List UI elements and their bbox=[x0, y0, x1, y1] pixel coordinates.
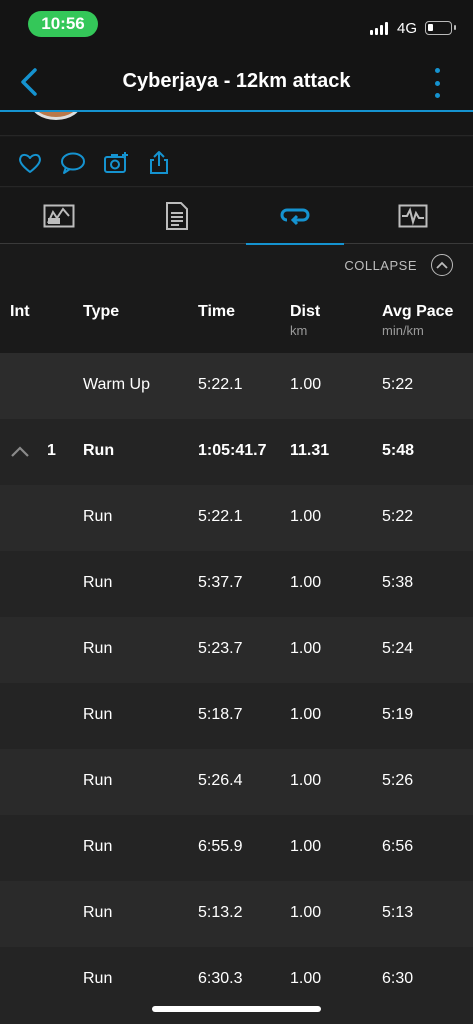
share-icon[interactable] bbox=[146, 150, 172, 176]
battery-icon bbox=[425, 21, 456, 35]
tab-bar bbox=[0, 188, 473, 245]
row-int: 1 bbox=[47, 442, 56, 459]
table-row[interactable]: Run 6:55.9 1.00 6:56 bbox=[0, 815, 473, 881]
network-label: 4G bbox=[397, 20, 418, 37]
header-pace: Avg Pace min/km bbox=[382, 303, 453, 338]
header-pace-label: Avg Pace bbox=[382, 303, 454, 320]
chevron-up-icon bbox=[436, 261, 448, 269]
nav-bar: Cyberjaya - 12km attack bbox=[0, 52, 473, 112]
row-dist: 1.00 bbox=[290, 574, 322, 591]
row-dist: 1.00 bbox=[290, 508, 322, 525]
home-indicator[interactable] bbox=[152, 1006, 321, 1012]
table-row[interactable]: Run 6:30.3 1.00 6:30 bbox=[0, 947, 473, 1024]
comment-icon[interactable] bbox=[60, 150, 86, 176]
row-type: Run bbox=[83, 838, 113, 855]
row-pace: 5:22 bbox=[382, 508, 414, 525]
heart-icon[interactable] bbox=[17, 150, 43, 176]
camera-icon[interactable] bbox=[103, 150, 129, 176]
row-time: 6:30.3 bbox=[198, 970, 243, 987]
tab-chart[interactable] bbox=[354, 188, 472, 244]
row-dist: 1.00 bbox=[290, 772, 322, 789]
row-dist: 11.31 bbox=[290, 442, 330, 459]
row-type: Run bbox=[83, 706, 113, 723]
row-dist: 1.00 bbox=[290, 904, 322, 921]
table-header: Int Type Time Dist km Avg Pace min/km bbox=[0, 285, 473, 353]
row-type: Run bbox=[83, 574, 113, 591]
table-row[interactable]: Run 5:37.7 1.00 5:38 bbox=[0, 551, 473, 617]
more-menu-button[interactable] bbox=[430, 68, 444, 98]
header-dist: Dist km bbox=[290, 303, 320, 338]
row-type: Run bbox=[83, 904, 113, 921]
row-dist: 1.00 bbox=[290, 376, 322, 393]
row-dist: 1.00 bbox=[290, 838, 322, 855]
details-icon bbox=[166, 202, 188, 230]
row-type: Warm Up bbox=[83, 376, 150, 393]
table-row[interactable]: Run 5:23.7 1.00 5:24 bbox=[0, 617, 473, 683]
tab-details[interactable] bbox=[118, 188, 236, 244]
table-row[interactable]: Run 5:22.1 1.00 5:22 bbox=[0, 485, 473, 551]
chart-icon bbox=[398, 204, 428, 228]
row-time: 5:23.7 bbox=[198, 640, 243, 657]
header-dist-unit: km bbox=[290, 323, 308, 338]
row-time: 5:22.1 bbox=[198, 508, 243, 525]
header-type: Type bbox=[83, 303, 120, 320]
signal-icon bbox=[370, 21, 388, 35]
row-pace: 6:56 bbox=[382, 838, 414, 855]
row-time: 6:55.9 bbox=[198, 838, 243, 855]
row-dist: 1.00 bbox=[290, 706, 322, 723]
row-type: Run bbox=[83, 640, 113, 657]
table-row[interactable]: Warm Up 5:22.1 1.00 5:22 bbox=[0, 353, 473, 419]
row-time: 5:13.2 bbox=[198, 904, 243, 921]
row-pace: 5:22 bbox=[382, 376, 414, 393]
table-row[interactable]: Run 5:26.4 1.00 5:26 bbox=[0, 749, 473, 815]
row-time: 5:22.1 bbox=[198, 376, 243, 393]
header-time: Time bbox=[198, 303, 236, 320]
page-title: Cyberjaya - 12km attack bbox=[122, 70, 351, 92]
row-pace: 5:24 bbox=[382, 640, 414, 657]
row-time: 1:05:41.7 bbox=[198, 442, 267, 459]
row-pace: 5:38 bbox=[382, 574, 414, 591]
chevron-up-icon[interactable] bbox=[10, 445, 30, 459]
collapse-button-label[interactable]: COLLAPSE bbox=[344, 258, 417, 273]
header-int: Int bbox=[10, 303, 30, 320]
row-pace: 5:48 bbox=[382, 442, 415, 459]
collapse-row: COLLAPSE bbox=[0, 245, 473, 285]
row-time: 5:26.4 bbox=[198, 772, 243, 789]
row-type: Run bbox=[83, 442, 115, 459]
table-row[interactable]: Run 5:13.2 1.00 5:13 bbox=[0, 881, 473, 947]
row-pace: 6:30 bbox=[382, 970, 414, 987]
row-type: Run bbox=[83, 772, 113, 789]
row-type: Run bbox=[83, 970, 113, 987]
action-bar bbox=[0, 137, 473, 187]
stats-icon bbox=[43, 204, 75, 228]
header-dist-label: Dist bbox=[290, 303, 321, 320]
status-time: 10:56 bbox=[28, 11, 98, 37]
row-time: 5:18.7 bbox=[198, 706, 243, 723]
avatar[interactable] bbox=[30, 112, 82, 120]
table-row[interactable]: Run 5:18.7 1.00 5:19 bbox=[0, 683, 473, 749]
row-dist: 1.00 bbox=[290, 970, 322, 987]
status-bar: 10:56 4G bbox=[0, 0, 473, 52]
row-type: Run bbox=[83, 508, 113, 525]
row-pace: 5:26 bbox=[382, 772, 414, 789]
row-pace: 5:19 bbox=[382, 706, 414, 723]
avatar-strip bbox=[0, 112, 473, 136]
tab-stats[interactable] bbox=[0, 188, 118, 244]
row-dist: 1.00 bbox=[290, 640, 322, 657]
collapse-button[interactable] bbox=[431, 254, 453, 276]
header-pace-unit: min/km bbox=[382, 323, 424, 338]
row-time: 5:37.7 bbox=[198, 574, 243, 591]
tab-laps[interactable] bbox=[236, 188, 354, 245]
laps-icon bbox=[280, 208, 310, 226]
table-row-interval[interactable]: 1 Run 1:05:41.7 11.31 5:48 bbox=[0, 419, 473, 485]
row-pace: 5:13 bbox=[382, 904, 414, 921]
